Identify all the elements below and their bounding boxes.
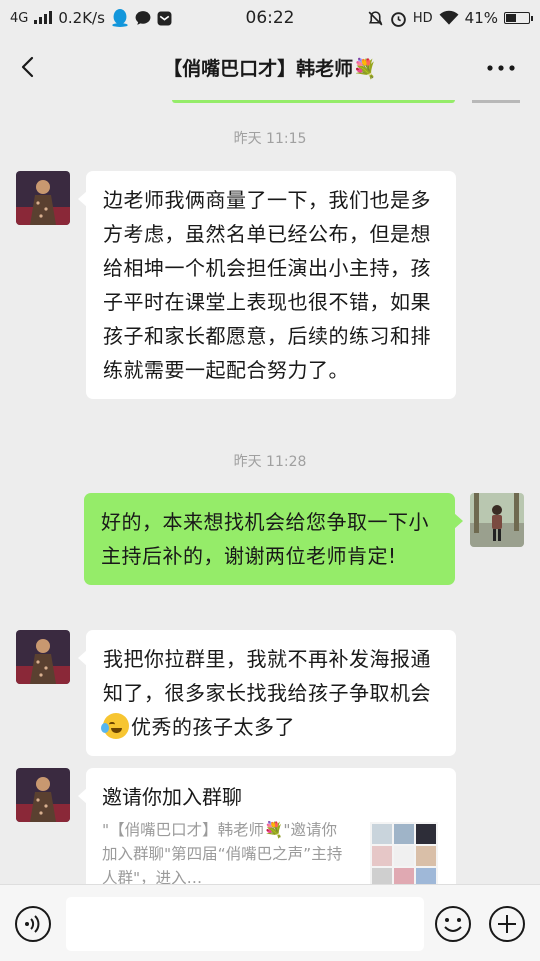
avatar-teacher[interactable]: [16, 630, 70, 684]
message-bubble-outgoing[interactable]: 好的，本来想找机会给您争取一下小主持后补的，谢谢两位老师肯定!: [84, 493, 463, 585]
previous-avatar-edge: [472, 100, 520, 103]
message-bubble-incoming[interactable]: 边老师我俩商量了一下，我们也是多方考虑，虽然名单已经公布，但是想给相坤一个机会担…: [78, 171, 456, 399]
message-text: 好的，本来想找机会给您争取一下小主持后补的，谢谢两位老师肯定!: [101, 510, 429, 568]
avatar-image: [16, 630, 70, 684]
laughing-tears-emoji: [101, 713, 129, 739]
avatar-image: [16, 768, 70, 822]
battery-percent: 41%: [464, 9, 498, 27]
avatar-teacher[interactable]: [16, 768, 70, 822]
smiley-icon[interactable]: [434, 905, 472, 943]
timestamp: 昨天 11:28: [233, 454, 307, 470]
avatar-teacher[interactable]: [16, 171, 70, 225]
chat-header: 【俏嘴巴口才】韩老师💐: [0, 36, 540, 100]
input-bar: [0, 884, 540, 961]
chat-title: 【俏嘴巴口才】韩老师💐: [163, 58, 377, 80]
message-input[interactable]: [66, 897, 424, 951]
status-bar: 4G 0.2K/s 06:22 HD 41%: [0, 0, 540, 36]
previous-bubble-edge: [172, 100, 455, 103]
more-dots-icon[interactable]: [484, 56, 518, 80]
group-thumbnail: [370, 822, 438, 890]
avatar-image: [470, 493, 524, 547]
plus-icon[interactable]: [488, 905, 526, 943]
avatar-self[interactable]: [470, 493, 524, 547]
alarm-icon: [391, 11, 406, 27]
message-text: 优秀的孩子太多了: [131, 715, 295, 739]
card-description: "【俏嘴巴口才】韩老师💐"邀请你加入群聊"第四届“俏嘴巴之声”主持人群"，进入…: [102, 821, 343, 887]
card-title: 邀请你加入群聊: [102, 785, 242, 809]
avatar-image: [16, 171, 70, 225]
message-text: 我把你拉群里，我就不再补发海报通知了，很多家长找我给孩子争取机会: [103, 647, 431, 705]
battery-icon: [504, 12, 533, 24]
voice-icon[interactable]: [14, 905, 52, 943]
wifi-icon: [439, 10, 459, 25]
message-bubble-incoming[interactable]: 我把你拉群里，我就不再补发海报通知了，很多家长找我给孩子争取机会优秀的孩子太多了: [78, 630, 456, 756]
message-text: 边老师我俩商量了一下，我们也是多方考虑，虽然名单已经公布，但是想给相坤一个机会担…: [103, 188, 431, 382]
mute-bell-icon: [368, 10, 383, 25]
timestamp: 昨天 11:15: [233, 131, 307, 147]
hd-label: HD: [412, 10, 433, 26]
chevron-left-icon[interactable]: [14, 52, 44, 82]
